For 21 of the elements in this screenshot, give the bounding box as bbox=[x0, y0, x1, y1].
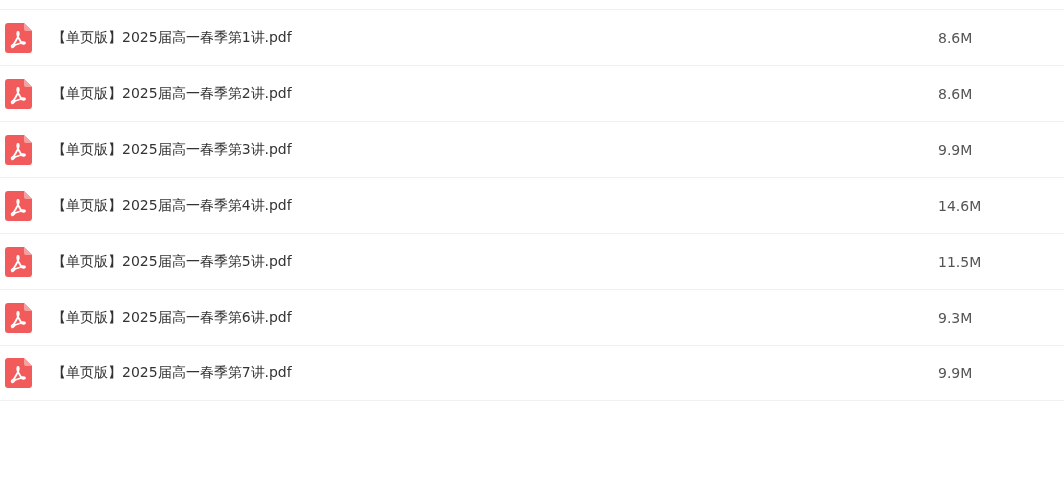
file-size: 14.6M bbox=[938, 197, 982, 214]
pdf-file-icon bbox=[5, 134, 32, 165]
file-name[interactable]: 【单页版】2025届高一春季第4讲.pdf bbox=[52, 196, 932, 215]
pdf-file-icon bbox=[5, 78, 32, 109]
pdf-file-icon bbox=[5, 246, 32, 277]
file-size: 9.9M bbox=[938, 141, 973, 158]
file-name[interactable]: 【单页版】2025届高一春季第3讲.pdf bbox=[52, 140, 932, 159]
file-name[interactable]: 【单页版】2025届高一春季第2讲.pdf bbox=[52, 84, 932, 103]
file-size: 9.3M bbox=[938, 309, 973, 326]
file-size: 8.6M bbox=[938, 85, 973, 102]
file-size: 11.5M bbox=[938, 253, 982, 270]
pdf-file-icon bbox=[5, 358, 32, 388]
pdf-file-icon bbox=[5, 22, 32, 53]
file-name[interactable]: 【单页版】2025届高一春季第7讲.pdf bbox=[52, 364, 932, 382]
file-name[interactable]: 【单页版】2025届高一春季第5讲.pdf bbox=[52, 252, 932, 271]
file-size: 8.6M bbox=[938, 29, 973, 46]
file-name[interactable]: 【单页版】2025届高一春季第6讲.pdf bbox=[52, 308, 932, 327]
pdf-file-icon bbox=[5, 190, 32, 221]
file-name[interactable]: 【单页版】2025届高一春季第1讲.pdf bbox=[52, 28, 932, 47]
file-size: 9.9M bbox=[938, 365, 973, 381]
pdf-file-icon bbox=[5, 302, 32, 333]
